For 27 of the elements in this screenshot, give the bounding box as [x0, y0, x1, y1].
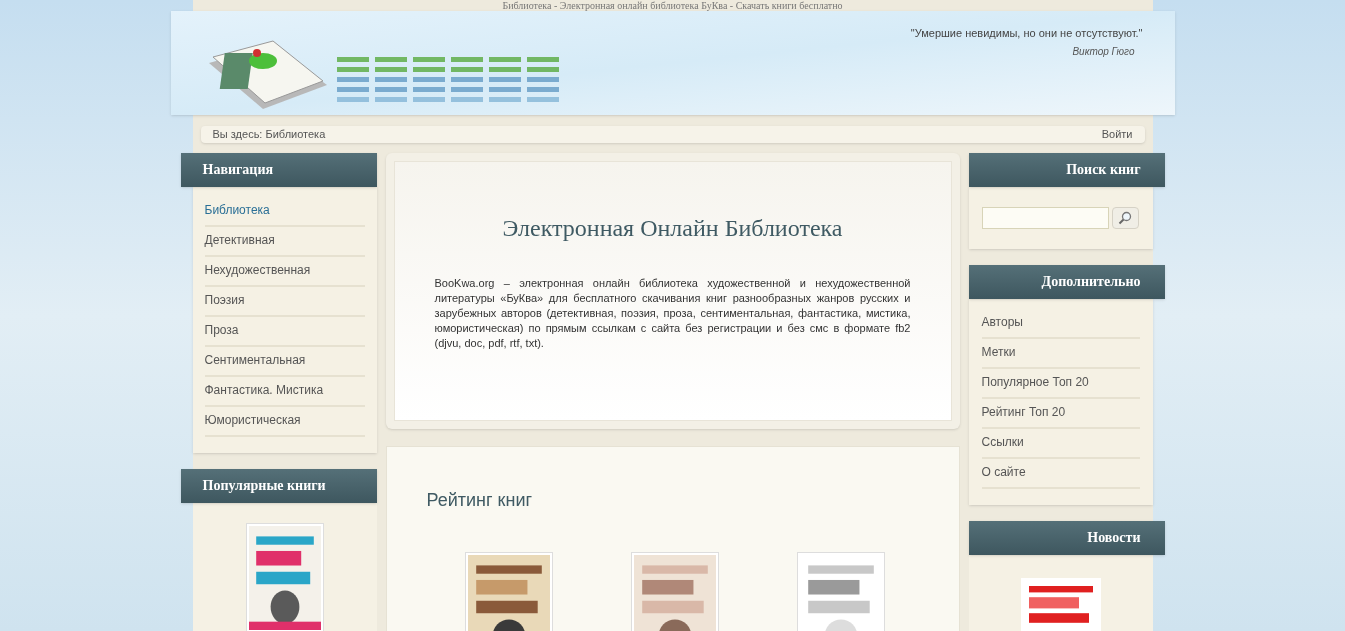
quote-text: "Умершие невидимы, но они не отсутствуют." — [910, 26, 1143, 41]
rating-title: Рейтинг книг — [426, 488, 534, 512]
extra-link[interactable]: Ссылки — [981, 428, 1140, 459]
extra-link[interactable]: Метки — [981, 338, 1140, 369]
panel-header: Популярные книги — [180, 468, 377, 503]
nav-link[interactable]: Нехудожественная — [204, 256, 365, 287]
extra-link[interactable]: Популярное Топ 20 — [981, 368, 1140, 399]
login-link[interactable]: Войти — [1101, 126, 1133, 143]
extra-link[interactable]: Рейтинг Топ 20 — [981, 398, 1140, 429]
nav-link[interactable]: Библиотека — [204, 196, 365, 227]
nav-link[interactable]: Юмористическая — [204, 406, 365, 437]
panel-header: Навигация — [180, 152, 377, 187]
nav-link[interactable]: Поэзия — [204, 286, 365, 317]
nav-link[interactable]: Сентиментальная — [204, 346, 365, 377]
panel-header: Новости — [968, 520, 1165, 555]
nav-link[interactable]: Проза — [204, 316, 365, 347]
panel-header: Поиск книг — [968, 152, 1165, 187]
nav-link[interactable]: Детективная — [204, 226, 365, 257]
quote-author: Виктор Гюго — [1072, 44, 1136, 59]
panel-header: Дополнительно — [968, 264, 1165, 299]
breadcrumb: Вы здесь: Библиотека — [212, 127, 326, 142]
intro-text: BooKwa.org – электронная онлайн библиотека художественной и нехудожественной литературы «БуКва» для бесплатного скачивания книг разнообразных жанров русских и зарубежных авторов (детективная, поэзия, проза, сентиментальная, фантастика, мистика, юмористическая) по прямым ссылкам с сайта без регистрации и без смс в формате fb2 (djvu, doc, pdf, rtf, txt). — [434, 275, 911, 351]
nav-link[interactable]: Фантастика. Мистика — [204, 376, 365, 407]
page-title: Библиотека - Электронная онлайн библиотека БуКва - Скачать книги бесплатно — [501, 0, 844, 11]
extra-link[interactable]: О сайте — [981, 458, 1140, 489]
extra-link[interactable]: Авторы — [981, 308, 1140, 339]
intro-title: Электронная Онлайн Библиотека — [502, 213, 843, 243]
